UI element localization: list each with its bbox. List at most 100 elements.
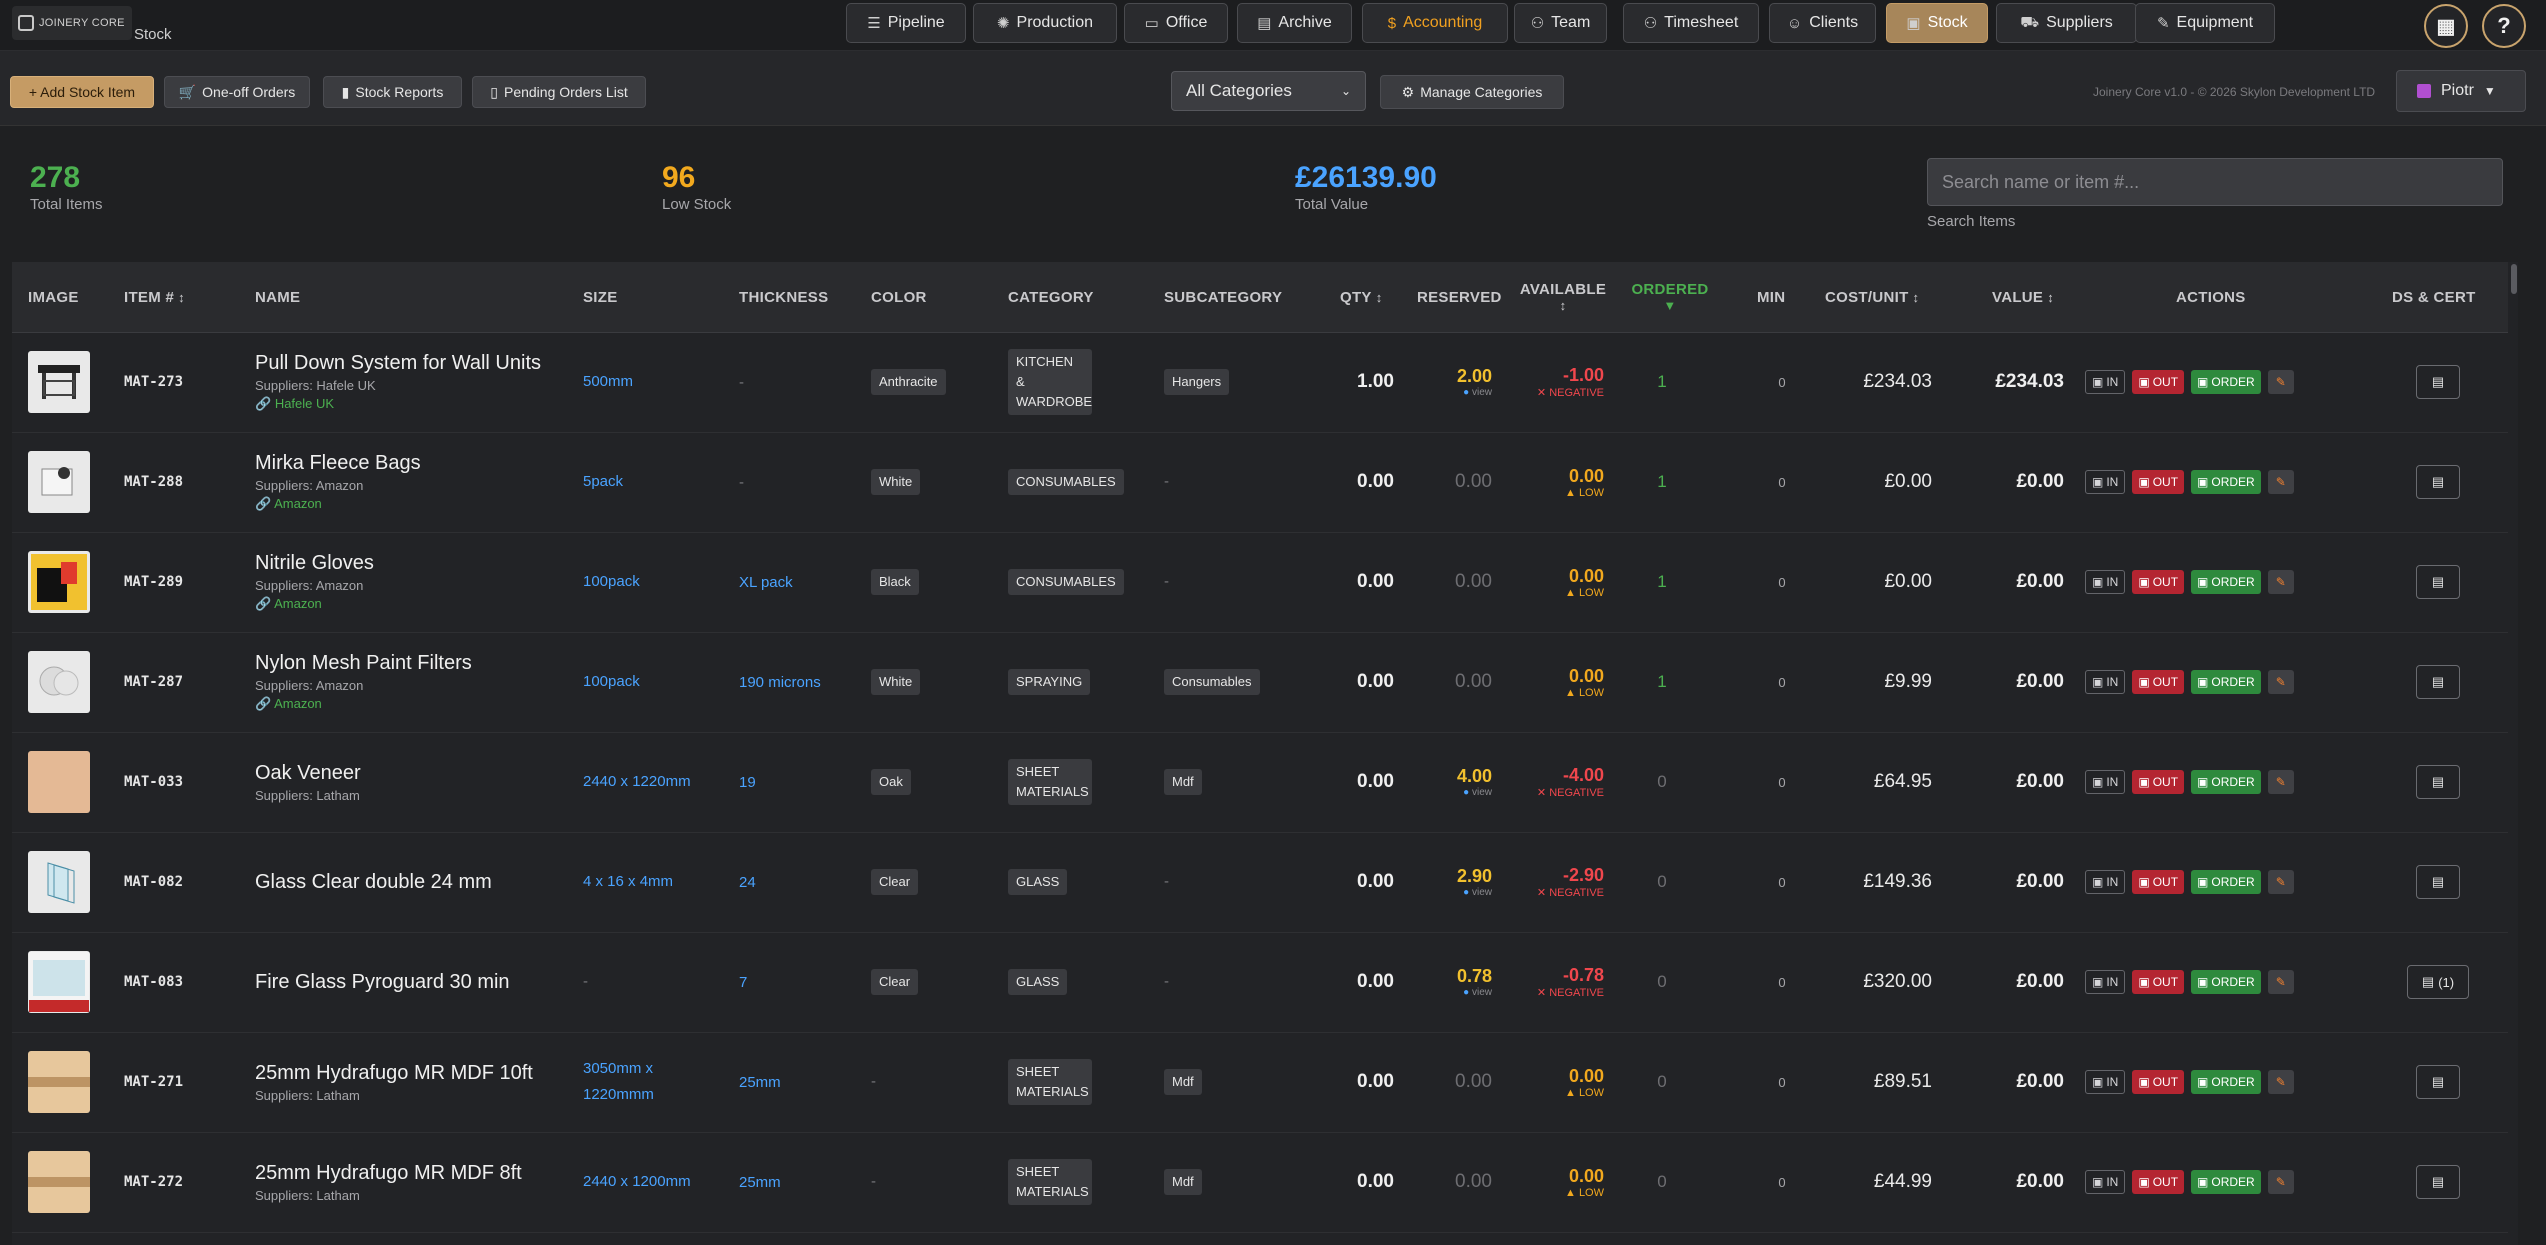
item-name[interactable]: 25mm Hydrafugo MR MDF 8ft (255, 1162, 522, 1185)
stock-in-button[interactable]: ▣ IN (2085, 370, 2126, 394)
stock-in-button[interactable]: ▣ IN (2085, 670, 2126, 694)
edit-button[interactable]: ✎ (2267, 770, 2294, 794)
stock-out-button[interactable]: ▣ OUT (2132, 770, 2185, 794)
item-name[interactable]: Mirka Fleece Bags (255, 452, 421, 475)
item-image[interactable] (28, 451, 90, 513)
user-menu-button[interactable]: Piotr ▼ (2396, 70, 2526, 112)
ds-cert-button[interactable]: ▤ (2416, 465, 2460, 499)
view-reservations-link[interactable]: ● view (1457, 787, 1492, 798)
ds-cert-button[interactable]: ▤ (2416, 865, 2460, 899)
item-image[interactable] (28, 651, 90, 713)
view-reservations-link[interactable]: ● view (1457, 387, 1492, 398)
nav-office[interactable]: ▭ Office (1124, 3, 1228, 43)
view-reservations-link[interactable]: ● view (1457, 987, 1492, 998)
stock-out-button[interactable]: ▣ OUT (2132, 470, 2185, 494)
calculator-button[interactable]: ▦ (2424, 4, 2468, 48)
order-button[interactable]: ▣ ORDER (2191, 1070, 2261, 1094)
stock-out-button[interactable]: ▣ OUT (2132, 1170, 2185, 1194)
edit-button[interactable]: ✎ (2267, 570, 2294, 594)
col-item[interactable]: ITEM # ↕ (124, 262, 185, 332)
stock-in-button[interactable]: ▣ IN (2085, 770, 2126, 794)
ds-cert-button[interactable]: ▤ (2416, 565, 2460, 599)
order-button[interactable]: ▣ ORDER (2191, 870, 2261, 894)
help-button[interactable]: ? (2482, 4, 2526, 48)
nav-equipment[interactable]: ✎ Equipment (2135, 3, 2275, 43)
item-image[interactable] (28, 851, 90, 913)
col-available[interactable]: AVAILABLE ↕ (1518, 262, 1608, 332)
item-name[interactable]: Nylon Mesh Paint Filters (255, 652, 472, 675)
item-name[interactable]: Glass Clear double 24 mm (255, 871, 492, 894)
item-name[interactable]: Oak Veneer (255, 762, 361, 785)
col-cost[interactable]: COST/UNIT ↕ (1825, 262, 1919, 332)
scrollbar[interactable] (2508, 262, 2518, 1245)
add-stock-item-button[interactable]: + Add Stock Item (10, 76, 154, 108)
col-qty[interactable]: QTY ↕ (1340, 262, 1383, 332)
order-button[interactable]: ▣ ORDER (2191, 470, 2261, 494)
order-button[interactable]: ▣ ORDER (2191, 1170, 2261, 1194)
stock-in-button[interactable]: ▣ IN (2085, 570, 2126, 594)
ds-cert-button[interactable]: ▤ (2416, 365, 2460, 399)
ds-cert-button[interactable]: ▤ (2416, 765, 2460, 799)
search-input[interactable] (1927, 158, 2503, 206)
supplier-link[interactable]: 🔗 Amazon (255, 596, 374, 612)
order-button[interactable]: ▣ ORDER (2191, 670, 2261, 694)
nav-production[interactable]: ✺ Production (973, 3, 1117, 43)
stock-out-button[interactable]: ▣ OUT (2132, 670, 2185, 694)
supplier-link[interactable]: 🔗 Amazon (255, 696, 472, 712)
ds-cert-button[interactable]: ▤ (2416, 665, 2460, 699)
edit-button[interactable]: ✎ (2267, 870, 2294, 894)
col-value[interactable]: VALUE ↕ (1992, 262, 2054, 332)
stock-out-button[interactable]: ▣ OUT (2132, 570, 2185, 594)
ds-cert-button[interactable]: ▤ (1) (2407, 965, 2469, 999)
nav-team[interactable]: ⚇ Team (1514, 3, 1607, 43)
item-name[interactable]: Pull Down System for Wall Units (255, 352, 541, 375)
order-button[interactable]: ▣ ORDER (2191, 370, 2261, 394)
stock-out-button[interactable]: ▣ OUT (2132, 970, 2185, 994)
stock-out-button[interactable]: ▣ OUT (2132, 870, 2185, 894)
edit-button[interactable]: ✎ (2267, 370, 2294, 394)
ds-cert-button[interactable]: ▤ (2416, 1165, 2460, 1199)
nav-archive[interactable]: ▤ Archive (1237, 3, 1352, 43)
nav-clients[interactable]: ☺ Clients (1769, 3, 1876, 43)
edit-button[interactable]: ✎ (2267, 670, 2294, 694)
order-button[interactable]: ▣ ORDER (2191, 770, 2261, 794)
col-ordered[interactable]: ORDERED ▼ (1631, 262, 1708, 332)
nav-suppliers[interactable]: ⛟ Suppliers (1996, 3, 2137, 43)
stock-in-button[interactable]: ▣ IN (2085, 1070, 2126, 1094)
order-button[interactable]: ▣ ORDER (2191, 570, 2261, 594)
stock-in-button[interactable]: ▣ IN (2085, 1170, 2126, 1194)
item-image[interactable] (28, 551, 90, 613)
stock-in-button[interactable]: ▣ IN (2085, 470, 2126, 494)
stock-reports-button[interactable]: ▮ Stock Reports (323, 76, 462, 108)
item-image[interactable] (28, 1151, 90, 1213)
item-image[interactable] (28, 1051, 90, 1113)
scrollbar-thumb[interactable] (2511, 264, 2517, 294)
item-image[interactable] (28, 351, 90, 413)
edit-button[interactable]: ✎ (2267, 1170, 2294, 1194)
supplier-link[interactable]: 🔗 Hafele UK (255, 396, 541, 412)
item-name[interactable]: Fire Glass Pyroguard 30 min (255, 971, 510, 994)
stock-out-button[interactable]: ▣ OUT (2132, 1070, 2185, 1094)
nav-pipeline[interactable]: ☰ Pipeline (846, 3, 966, 43)
item-name[interactable]: 25mm Hydrafugo MR MDF 10ft (255, 1062, 533, 1085)
order-button[interactable]: ▣ ORDER (2191, 970, 2261, 994)
stock-in-button[interactable]: ▣ IN (2085, 970, 2126, 994)
category-select[interactable]: All Categories ⌄ (1171, 71, 1366, 111)
nav-timesheet[interactable]: ⚇ Timesheet (1623, 3, 1759, 43)
stock-out-button[interactable]: ▣ OUT (2132, 370, 2185, 394)
view-reservations-link[interactable]: ● view (1457, 887, 1492, 898)
nav-accounting[interactable]: $ Accounting (1362, 3, 1508, 43)
app-logo[interactable]: JOINERY CORE (12, 6, 132, 40)
manage-categories-button[interactable]: ⚙ Manage Categories (1380, 75, 1564, 109)
edit-button[interactable]: ✎ (2267, 1070, 2294, 1094)
edit-button[interactable]: ✎ (2267, 970, 2294, 994)
item-image[interactable] (28, 751, 90, 813)
item-image[interactable] (28, 951, 90, 1013)
item-name[interactable]: Nitrile Gloves (255, 552, 374, 575)
one-off-orders-button[interactable]: 🛒 One-off Orders (164, 76, 310, 108)
supplier-link[interactable]: 🔗 Amazon (255, 496, 421, 512)
ds-cert-button[interactable]: ▤ (2416, 1065, 2460, 1099)
stock-in-button[interactable]: ▣ IN (2085, 870, 2126, 894)
edit-button[interactable]: ✎ (2267, 470, 2294, 494)
nav-stock[interactable]: ▣ Stock (1886, 3, 1988, 43)
